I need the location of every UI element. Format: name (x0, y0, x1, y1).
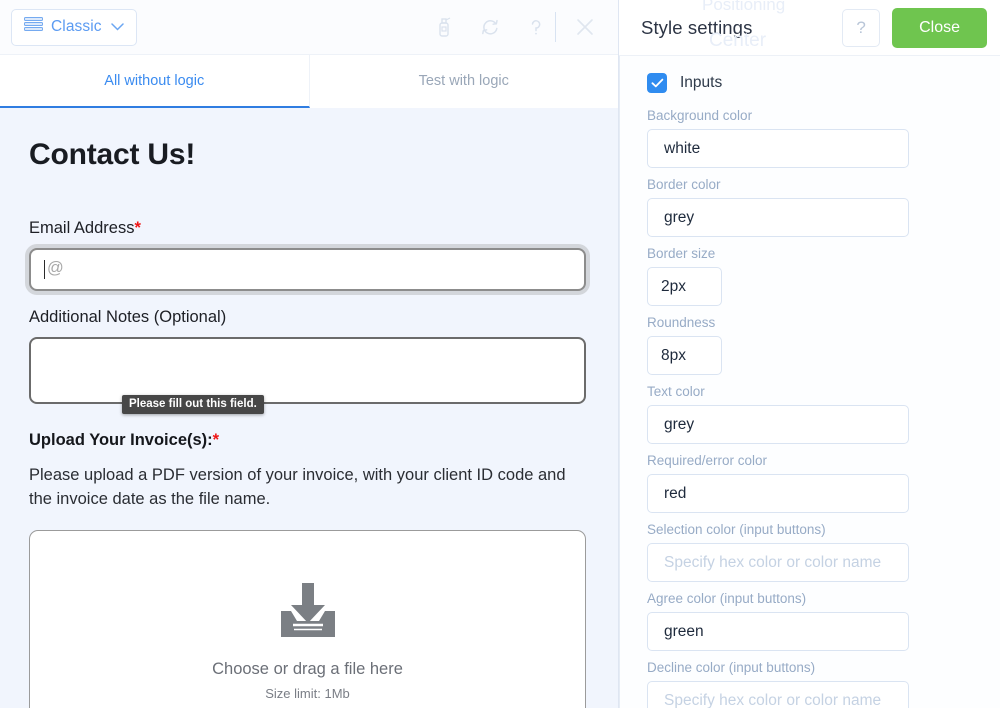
setting-input[interactable] (647, 129, 909, 168)
required-asterisk: * (134, 219, 141, 237)
tab-label: Test with logic (418, 72, 509, 89)
download-tray-icon (275, 581, 341, 644)
notes-field-group: Additional Notes (Optional) (29, 308, 588, 409)
dropzone-text: Choose or drag a file here (212, 659, 403, 678)
setting-label: Roundness (647, 315, 716, 330)
theme-selector-label: Classic (51, 18, 102, 35)
spray-bottle-icon[interactable] (433, 16, 455, 38)
email-field-label: Email Address* (29, 219, 588, 238)
theme-selector-button[interactable]: Classic (11, 8, 137, 46)
email-field-group: Email Address* @ (29, 219, 588, 291)
style-settings-header: Positioning Center Style settings ? Clos… (619, 0, 1000, 56)
setting-label: Text color (647, 384, 705, 399)
upload-description: Please upload a PDF version of your invo… (29, 466, 566, 509)
required-asterisk: * (212, 431, 220, 449)
setting-input[interactable] (647, 474, 909, 513)
page-title: Contact Us! (29, 138, 196, 171)
setting-row: Border size (647, 246, 972, 306)
style-settings-pane: Positioning Center Style settings ? Clos… (619, 0, 1000, 708)
form-preview-scroll: Contact Us! Email Address* @ Please fill… (0, 108, 618, 708)
setting-input[interactable] (647, 405, 909, 444)
upload-field-label: Upload Your Invoice(s):* (29, 431, 588, 450)
preview-tool-icons (433, 16, 547, 38)
tab-test-with-logic[interactable]: Test with logic (309, 55, 618, 108)
setting-input[interactable] (647, 267, 722, 306)
setting-row: Agree color (input buttons) (647, 591, 972, 651)
setting-input[interactable] (647, 336, 722, 375)
help-question-icon[interactable]: ? (842, 8, 881, 47)
form-preview-pane: Classic All without logic Test with logi… (0, 0, 619, 708)
toolbar-divider (555, 12, 556, 42)
setting-row: Roundness (647, 315, 972, 375)
form-builder-app: Classic All without logic Test with logi… (0, 0, 1000, 708)
file-dropzone[interactable]: Choose or drag a file here Size limit: 1… (29, 529, 586, 708)
tab-label: All without logic (104, 72, 205, 89)
setting-row: Decline color (input buttons) (647, 660, 972, 708)
settings-fields-list: Background color Border color Border size R… (647, 108, 972, 708)
text-caret (44, 260, 46, 279)
refresh-icon[interactable] (479, 16, 501, 38)
preview-toolbar: Classic (0, 0, 618, 55)
preview-tabbar: All without logic Test with logic (0, 55, 618, 108)
close-panel-button[interactable]: Close (892, 7, 987, 48)
help-button-label: ? (856, 17, 866, 37)
dropzone-size-limit: Size limit: 1Mb (265, 685, 350, 701)
setting-label: Border size (647, 246, 716, 261)
validation-tooltip: Please fill out this field. (122, 395, 264, 414)
setting-label: Agree color (input buttons) (647, 591, 807, 606)
inputs-section-label: Inputs (680, 74, 723, 91)
setting-label: Border color (647, 177, 721, 192)
notes-field-label: Additional Notes (Optional) (29, 308, 227, 326)
style-settings-body: Inputs Background color Border color Borde… (619, 56, 1000, 708)
setting-input[interactable] (647, 543, 909, 582)
checkmark-icon (647, 73, 667, 93)
setting-input[interactable] (647, 681, 909, 708)
upload-field-group: Upload Your Invoice(s):* Please upload a… (29, 431, 588, 708)
setting-label: Decline color (input buttons) (647, 660, 816, 675)
setting-label: Selection color (input buttons) (647, 522, 826, 537)
setting-input[interactable] (647, 612, 909, 651)
email-field[interactable] (29, 248, 586, 291)
ghost-text-positioning: Positioning (702, 0, 786, 14)
additional-notes-field[interactable] (29, 337, 586, 404)
form-layout-icon (24, 17, 43, 37)
setting-row: Border color (647, 177, 972, 237)
setting-label: Required/error color (647, 453, 768, 468)
setting-row: Selection color (input buttons) (647, 522, 972, 582)
setting-row: Required/error color (647, 453, 972, 513)
panel-title: Style settings (641, 16, 753, 38)
setting-label: Background color (647, 108, 753, 123)
close-x-icon[interactable] (572, 14, 598, 40)
chevron-down-icon (110, 18, 124, 36)
tab-all-without-logic[interactable]: All without logic (0, 55, 310, 108)
help-question-icon[interactable] (525, 16, 547, 38)
setting-row: Text color (647, 384, 972, 444)
email-input-wrap: @ (29, 248, 586, 291)
email-label-text: Email Address (29, 219, 135, 237)
inputs-section-toggle[interactable]: Inputs (647, 73, 972, 93)
setting-row: Background color (647, 108, 972, 168)
setting-input[interactable] (647, 198, 909, 237)
upload-label-text: Upload Your Invoice(s): (29, 431, 213, 449)
